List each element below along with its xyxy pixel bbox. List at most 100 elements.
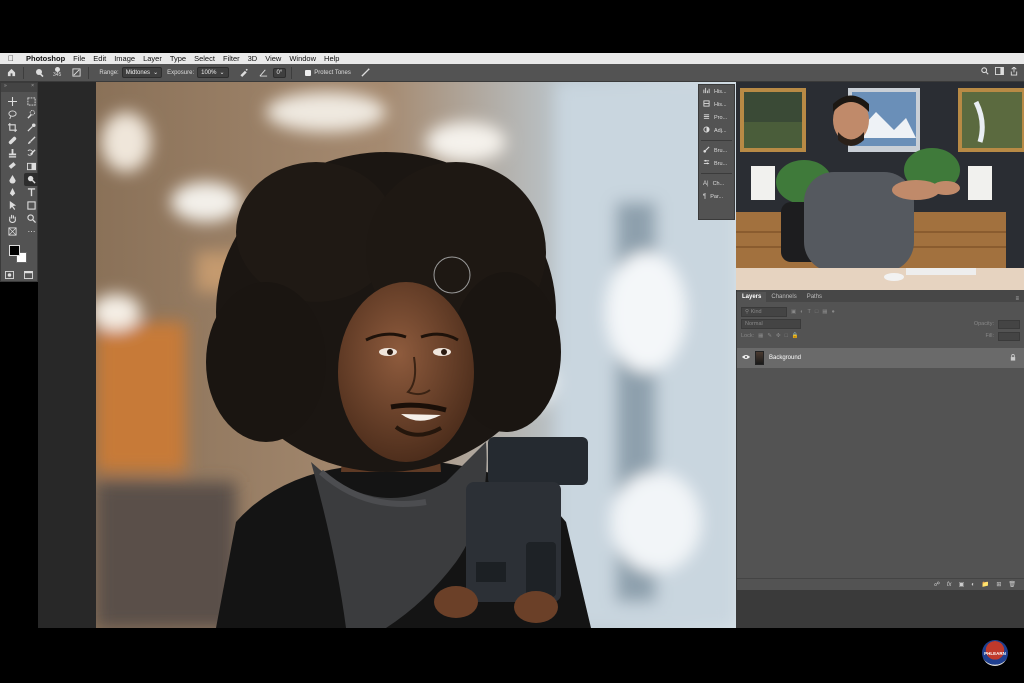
exposure-field[interactable]: 100% ⌄	[197, 67, 229, 78]
visibility-eye-icon[interactable]	[742, 354, 750, 362]
history-brush-tool-icon[interactable]	[24, 147, 39, 160]
shape-filter-icon[interactable]: □	[815, 309, 818, 315]
path-selection-tool-icon[interactable]	[5, 199, 20, 212]
healing-brush-tool-icon[interactable]	[5, 134, 20, 147]
hand-tool-icon[interactable]	[5, 212, 20, 225]
adjustments-panel-button[interactable]: Adj...	[699, 124, 734, 137]
menu-window[interactable]: Window	[289, 54, 316, 63]
delete-layer-icon[interactable]: 🗑	[1008, 581, 1016, 588]
menu-filter[interactable]: Filter	[223, 54, 240, 63]
panel-menu-icon[interactable]: ≡	[1015, 296, 1019, 302]
new-adjustment-layer-icon[interactable]: ◐	[971, 582, 975, 588]
menu-help[interactable]: Help	[324, 54, 339, 63]
lock-all-icon[interactable]: 🔒	[792, 333, 799, 339]
move-tool-icon[interactable]	[5, 95, 20, 108]
search-icon[interactable]	[981, 67, 989, 78]
paragraph-panel-button[interactable]: ¶ Par...	[699, 190, 734, 203]
opacity-field[interactable]	[998, 319, 1020, 329]
pressure-size-icon[interactable]	[359, 66, 373, 80]
layer-kind-select[interactable]: ⚲ Kind	[741, 307, 787, 317]
link-layers-icon[interactable]: ☍	[934, 581, 940, 588]
blend-mode-select[interactable]: Normal	[741, 319, 801, 329]
chevron-down-icon: ⌄	[153, 70, 159, 76]
menu-type[interactable]: Type	[170, 54, 186, 63]
brushes-panel-button[interactable]: Bru...	[699, 157, 734, 170]
clone-stamp-tool-icon[interactable]	[5, 147, 20, 160]
adjustment-filter-icon[interactable]: ◐	[800, 309, 803, 315]
tab-paths[interactable]: Paths	[802, 292, 827, 302]
menu-file[interactable]: File	[73, 54, 85, 63]
home-icon[interactable]	[4, 66, 18, 80]
layers-panel-footer: ☍ fx ▣ ◐ 📁 ⊞ 🗑	[737, 578, 1024, 590]
tab-layers[interactable]: Layers	[737, 292, 767, 302]
new-group-icon[interactable]: 📁	[982, 581, 989, 588]
quick-mask-icon[interactable]	[5, 271, 14, 281]
angle-field[interactable]: 0°	[272, 67, 287, 78]
menu-edit[interactable]: Edit	[93, 54, 106, 63]
tab-channels[interactable]: Channels	[766, 292, 801, 302]
panel-close-icon[interactable]: ×	[31, 83, 34, 92]
dodge-tool-icon[interactable]	[24, 173, 39, 186]
gradient-tool-icon[interactable]	[24, 160, 39, 173]
frame-tool-icon[interactable]	[5, 225, 20, 238]
menu-layer[interactable]: Layer	[143, 54, 162, 63]
menu-view[interactable]: View	[265, 54, 281, 63]
range-select[interactable]: Midtones ⌄	[121, 67, 163, 78]
layer-style-icon[interactable]: fx	[947, 582, 952, 588]
menu-3d[interactable]: 3D	[248, 54, 258, 63]
properties-panel-button[interactable]: Pro...	[699, 111, 734, 124]
menu-app-name[interactable]: Photoshop	[26, 54, 65, 63]
airbrush-icon[interactable]	[237, 66, 251, 80]
eraser-tool-icon[interactable]	[5, 160, 20, 173]
brush-tool-icon[interactable]	[24, 134, 39, 147]
lasso-tool-icon[interactable]	[5, 108, 20, 121]
blur-tool-icon[interactable]	[5, 173, 20, 186]
pixel-filter-icon[interactable]: ▣	[791, 309, 796, 315]
brush-settings-icon[interactable]	[69, 66, 83, 80]
new-layer-icon[interactable]: ⊞	[996, 581, 1001, 588]
screen-mode-icon[interactable]	[24, 271, 33, 281]
brush-settings-panel-button[interactable]: Bru...	[699, 144, 734, 157]
layer-thumbnail	[755, 351, 764, 365]
add-mask-icon[interactable]: ▣	[959, 581, 965, 588]
crop-tool-icon[interactable]	[5, 121, 20, 134]
logo-text: PHLEARN	[984, 650, 1006, 656]
quick-select-tool-icon[interactable]	[24, 108, 39, 121]
more-tools-icon[interactable]: ⋯	[24, 225, 39, 238]
lock-image-icon[interactable]: ✎	[767, 333, 772, 339]
rectangle-tool-icon[interactable]	[24, 199, 39, 212]
menu-image[interactable]: Image	[114, 54, 135, 63]
eyedropper-tool-icon[interactable]	[24, 121, 39, 134]
fill-field[interactable]	[998, 331, 1020, 341]
foreground-color-swatch[interactable]	[9, 245, 20, 256]
type-tool-icon[interactable]	[24, 186, 39, 199]
filter-toggle-icon[interactable]: ●	[831, 309, 834, 315]
histogram-panel-button[interactable]: His...	[699, 85, 734, 98]
tools-panel-header[interactable]: » ×	[1, 83, 37, 92]
type-filter-icon[interactable]: T	[808, 309, 811, 315]
workspace-icon[interactable]	[995, 67, 1004, 78]
zoom-tool-icon[interactable]	[24, 212, 39, 225]
pen-tool-icon[interactable]	[5, 186, 20, 199]
dodge-tool-icon[interactable]	[33, 66, 47, 80]
brush-preset-picker[interactable]: 345	[53, 67, 61, 78]
document-canvas[interactable]	[96, 82, 736, 628]
lock-transparent-icon[interactable]: ▦	[758, 333, 763, 339]
protect-tones-checkbox[interactable]	[305, 69, 312, 76]
color-swatches[interactable]	[7, 245, 31, 267]
marquee-tool-icon[interactable]	[24, 95, 39, 108]
smart-object-filter-icon[interactable]: ▦	[822, 309, 827, 315]
chevron-down-icon: ⌄	[219, 70, 225, 76]
apple-icon[interactable]: 	[8, 54, 18, 63]
lock-artboard-icon[interactable]: □	[785, 333, 788, 339]
mode-buttons	[1, 271, 37, 281]
opacity-label: Opacity:	[973, 321, 994, 327]
menu-select[interactable]: Select	[194, 54, 215, 63]
lock-position-icon[interactable]: ✜	[776, 333, 781, 339]
layer-row[interactable]: Background	[737, 348, 1024, 368]
character-panel-button[interactable]: A| Ch...	[699, 177, 734, 190]
history-panel-button[interactable]: His...	[699, 98, 734, 111]
portrait-photo	[96, 82, 736, 628]
collapse-icon[interactable]: »	[4, 83, 7, 92]
share-icon[interactable]	[1010, 66, 1018, 78]
